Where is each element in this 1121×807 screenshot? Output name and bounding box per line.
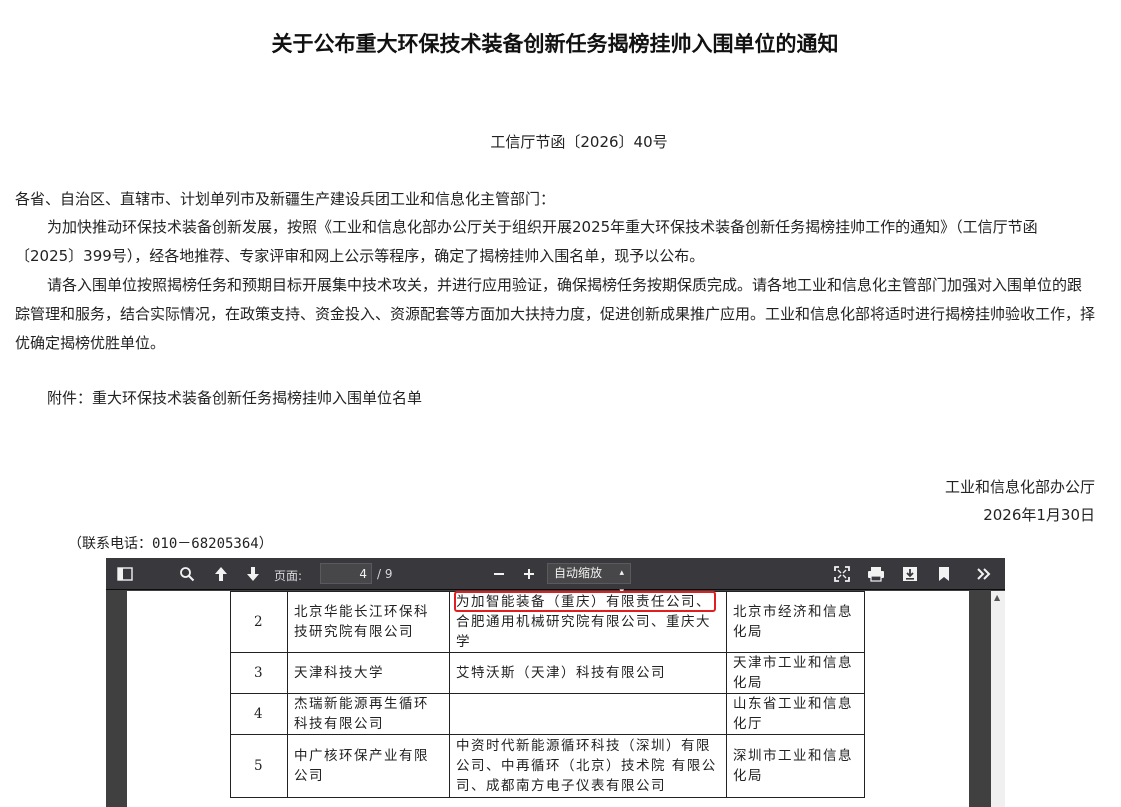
plus-icon	[524, 569, 534, 579]
table-row: 5 中广核环保产业有限公司 中资时代新能源循环科技（深圳）有限公司、中再循环（北…	[230, 734, 865, 798]
pdf-canvas[interactable]: 2 北京华能长江环保科技研究院有限公司 为加智能装备（重庆）有限责任公司、合肥通…	[106, 591, 991, 807]
row-number: 2	[230, 591, 288, 653]
double-chevron-right-icon	[977, 568, 991, 580]
contact-phone: （联系电话：010－68205364）	[68, 536, 273, 552]
vertical-scrollbar[interactable]: ▲	[991, 591, 1005, 807]
download-button[interactable]	[898, 563, 922, 585]
awardee-table: 2 北京华能长江环保科技研究院有限公司 为加智能装备（重庆）有限责任公司、合肥通…	[230, 591, 865, 798]
zoom-in-button[interactable]	[518, 563, 540, 585]
highlight-box	[454, 591, 716, 612]
pdf-viewer: 页面: / 9 自动缩放 ▴▾	[106, 558, 1005, 807]
previous-page-button[interactable]	[210, 563, 232, 585]
minus-icon	[494, 573, 504, 575]
partner-units	[449, 693, 727, 735]
zoom-select-value: 自动缩放	[554, 566, 603, 580]
table-row: 3 天津科技大学 艾特沃斯（天津）科技有限公司 天津市工业和信息化局	[230, 652, 865, 694]
pdf-toolbar: 页面: / 9 自动缩放 ▴▾	[106, 558, 1005, 597]
lead-unit: 杰瑞新能源再生循环科技有限公司	[287, 693, 450, 735]
sidebar-icon	[117, 567, 133, 581]
attachment-link[interactable]: 附件：重大环保技术装备创新任务揭榜挂帅入围单位名单	[47, 387, 422, 408]
row-number: 4	[230, 693, 288, 735]
recommending-unit: 天津市工业和信息化局	[726, 652, 865, 694]
partner-units: 中资时代新能源循环科技（深圳）有限公司、中再循环（北京）技术院 有限公司、成都南…	[449, 734, 727, 798]
paragraph-1: 为加快推动环保技术装备创新发展，按照《工业和信息化部办公厅关于组织开展2025年…	[15, 218, 1038, 265]
find-button[interactable]	[176, 563, 198, 585]
page-number-input[interactable]	[320, 563, 372, 584]
bookmark-button[interactable]	[932, 563, 956, 585]
lead-unit: 天津科技大学	[287, 652, 450, 694]
recommending-unit: 深圳市工业和信息化局	[726, 734, 865, 798]
signing-date: 2026年1月30日	[983, 506, 1095, 524]
paragraph-2: 请各入围单位按照揭榜任务和预期目标开展集中技术攻关，并进行应用验证，确保揭榜任务…	[15, 276, 1096, 352]
printer-icon	[868, 567, 884, 582]
lead-unit: 中广核环保产业有限公司	[287, 734, 450, 798]
row-number: 3	[230, 652, 288, 694]
fullscreen-icon	[834, 566, 850, 582]
zoom-select[interactable]: 自动缩放 ▴▾	[547, 563, 631, 597]
zoom-out-button[interactable]	[488, 563, 510, 585]
arrow-down-icon	[247, 567, 259, 581]
recommending-unit: 北京市经济和信息化局	[726, 591, 865, 653]
scroll-up-arrow-icon[interactable]: ▲	[994, 593, 1000, 602]
next-page-button[interactable]	[242, 563, 264, 585]
pdf-page: 2 北京华能长江环保科技研究院有限公司 为加智能装备（重庆）有限责任公司、合肥通…	[127, 591, 969, 807]
download-icon	[903, 567, 917, 581]
partner-units: 艾特沃斯（天津）科技有限公司	[449, 652, 727, 694]
search-icon	[180, 567, 195, 582]
signer: 工业和信息化部办公厅	[944, 478, 1095, 496]
row-number: 5	[230, 734, 288, 798]
document-number: 工信厅节函〔2026〕40号	[490, 133, 668, 151]
table-row: 4 杰瑞新能源再生循环科技有限公司 山东省工业和信息化厅	[230, 693, 865, 735]
addressee: 各省、自治区、直辖市、计划单列市及新疆生产建设兵团工业和信息化主管部门：	[15, 190, 556, 208]
page-total: / 9	[377, 567, 393, 581]
tools-button[interactable]	[972, 563, 996, 585]
arrow-up-icon	[215, 567, 227, 581]
notice-title: 关于公布重大环保技术装备创新任务揭榜挂帅入围单位的通知	[271, 32, 839, 56]
bookmark-icon	[939, 567, 949, 581]
presentation-mode-button[interactable]	[830, 563, 854, 585]
lead-unit: 北京华能长江环保科技研究院有限公司	[287, 591, 450, 653]
sidebar-toggle-button[interactable]	[114, 563, 136, 585]
page-label: 页面:	[274, 569, 303, 583]
recommending-unit: 山东省工业和信息化厅	[726, 693, 865, 735]
print-button[interactable]	[864, 563, 888, 585]
